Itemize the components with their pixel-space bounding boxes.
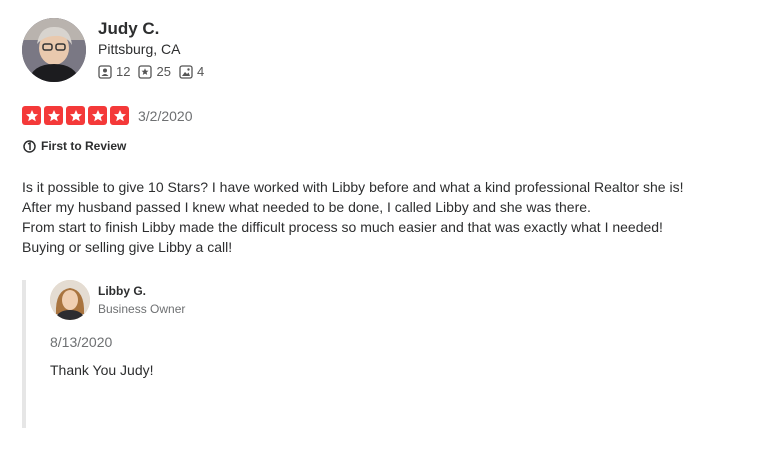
star-icon (66, 106, 85, 125)
review-line: Is it possible to give 10 Stars? I have … (22, 179, 684, 195)
reviewer-location: Pittsburg, CA (98, 41, 181, 57)
owner-role: Business Owner (98, 302, 186, 316)
reviewer-photo (22, 18, 86, 82)
owner-name[interactable]: Libby G. (98, 284, 146, 298)
reply-date: 8/13/2020 (50, 334, 113, 350)
review-star-icon (138, 64, 153, 79)
star-rating: 3/2/2020 (22, 106, 193, 125)
first-to-review-icon (23, 139, 36, 153)
reviewer-stats: 12 25 4 (98, 64, 212, 79)
star-icon (88, 106, 107, 125)
review-line: From start to finish Libby made the diff… (22, 219, 663, 235)
star-icon (22, 106, 41, 125)
photo-icon (179, 64, 193, 79)
review-line: After my husband passed I knew what need… (22, 199, 591, 215)
star-icon (110, 106, 129, 125)
photos-count-value: 4 (196, 64, 205, 79)
photos-count: 4 (179, 64, 204, 79)
reviewer-avatar[interactable] (22, 18, 86, 82)
friends-count: 12 (98, 64, 130, 79)
rating-stars (22, 106, 132, 125)
reviews-count: 25 (138, 64, 171, 79)
review-date: 3/2/2020 (138, 107, 193, 124)
star-icon (44, 106, 63, 125)
owner-photo (50, 280, 90, 320)
friends-icon (98, 64, 112, 79)
first-to-review-badge: First to Review (23, 139, 126, 153)
reply-text: Thank You Judy! (50, 362, 154, 378)
friends-count-value: 12 (116, 64, 131, 79)
badge-label: First to Review (41, 139, 127, 153)
reviewer-name[interactable]: Judy C. (98, 19, 159, 39)
reviews-count-value: 25 (156, 64, 171, 79)
review-line: Buying or selling give Libby a call! (22, 239, 233, 255)
business-owner-reply: Libby G. Business Owner 8/13/2020 Thank … (22, 280, 746, 428)
owner-avatar[interactable] (50, 280, 90, 320)
review-text: Is it possible to give 10 Stars? I have … (22, 177, 762, 257)
